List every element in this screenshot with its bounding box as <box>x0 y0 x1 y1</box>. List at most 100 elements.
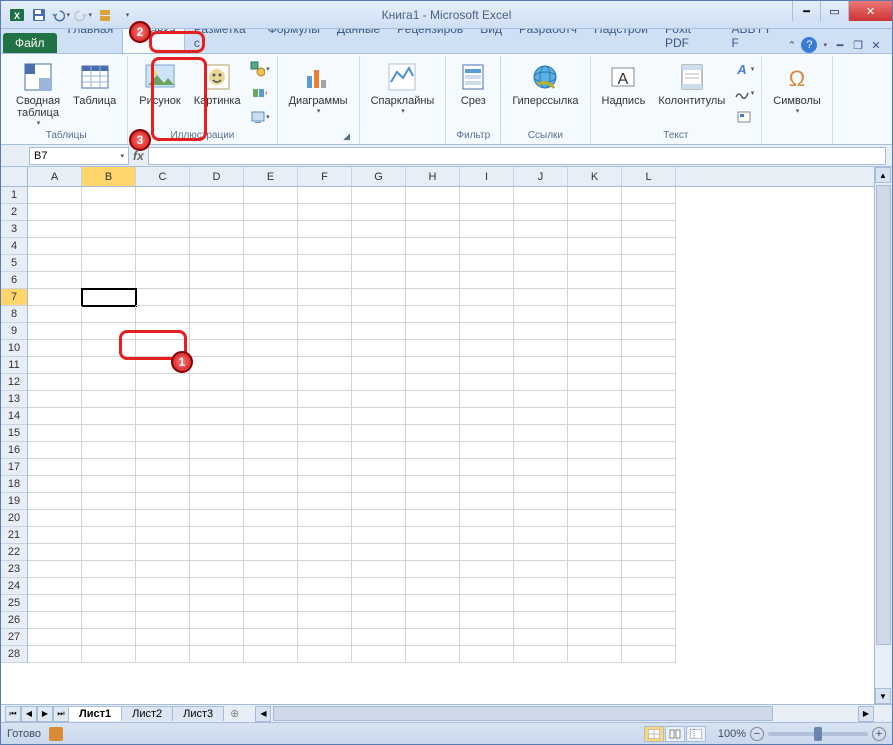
cell-H9[interactable] <box>406 323 460 340</box>
row-header-8[interactable]: 8 <box>1 306 27 323</box>
cell-K28[interactable] <box>568 646 622 663</box>
cell-H17[interactable] <box>406 459 460 476</box>
cell-G19[interactable] <box>352 493 406 510</box>
cell-E8[interactable] <box>244 306 298 323</box>
cell-F8[interactable] <box>298 306 352 323</box>
cell-E7[interactable] <box>244 289 298 306</box>
cell-E3[interactable] <box>244 221 298 238</box>
col-header-A[interactable]: A <box>28 167 82 186</box>
cell-C15[interactable] <box>136 425 190 442</box>
cell-B24[interactable] <box>82 578 136 595</box>
cell-J27[interactable] <box>514 629 568 646</box>
cell-A16[interactable] <box>28 442 82 459</box>
cell-B28[interactable] <box>82 646 136 663</box>
clipart-button[interactable]: Картинка <box>189 58 246 108</box>
minimize-ribbon-icon[interactable]: ⌃ <box>787 39 796 52</box>
cell-A17[interactable] <box>28 459 82 476</box>
maximize-button[interactable]: ▭ <box>820 1 848 21</box>
cell-E16[interactable] <box>244 442 298 459</box>
cell-E17[interactable] <box>244 459 298 476</box>
cell-B25[interactable] <box>82 595 136 612</box>
cell-I9[interactable] <box>460 323 514 340</box>
cell-I5[interactable] <box>460 255 514 272</box>
cell-I2[interactable] <box>460 204 514 221</box>
cell-G21[interactable] <box>352 527 406 544</box>
cell-C14[interactable] <box>136 408 190 425</box>
cell-J21[interactable] <box>514 527 568 544</box>
sheet-tab-0[interactable]: Лист1 <box>68 706 122 721</box>
cell-K24[interactable] <box>568 578 622 595</box>
row-header-20[interactable]: 20 <box>1 510 27 527</box>
col-header-B[interactable]: B <box>82 167 136 186</box>
select-all-corner[interactable] <box>1 167 28 187</box>
cell-G22[interactable] <box>352 544 406 561</box>
cell-B4[interactable] <box>82 238 136 255</box>
cell-C3[interactable] <box>136 221 190 238</box>
cell-K7[interactable] <box>568 289 622 306</box>
cell-F14[interactable] <box>298 408 352 425</box>
cell-G14[interactable] <box>352 408 406 425</box>
cell-K3[interactable] <box>568 221 622 238</box>
cell-E18[interactable] <box>244 476 298 493</box>
cell-I23[interactable] <box>460 561 514 578</box>
cell-L2[interactable] <box>622 204 676 221</box>
cell-H27[interactable] <box>406 629 460 646</box>
charts-button[interactable]: Диаграммы ▾ <box>284 58 353 116</box>
signature-icon[interactable]: ▾ <box>733 82 755 104</box>
cell-E6[interactable] <box>244 272 298 289</box>
zoom-in-icon[interactable]: + <box>872 727 886 741</box>
cell-E23[interactable] <box>244 561 298 578</box>
cell-B16[interactable] <box>82 442 136 459</box>
cell-G26[interactable] <box>352 612 406 629</box>
cell-J13[interactable] <box>514 391 568 408</box>
horizontal-scrollbar[interactable]: ◀ ▶ <box>255 706 874 722</box>
cell-E24[interactable] <box>244 578 298 595</box>
qat-customize-icon[interactable] <box>95 5 115 25</box>
row-header-6[interactable]: 6 <box>1 272 27 289</box>
cell-H12[interactable] <box>406 374 460 391</box>
excel-icon[interactable]: X <box>7 5 27 25</box>
pivot-table-button[interactable]: Сводная таблица ▾ <box>11 58 65 128</box>
col-header-E[interactable]: E <box>244 167 298 186</box>
cell-D28[interactable] <box>190 646 244 663</box>
cell-C25[interactable] <box>136 595 190 612</box>
cell-E10[interactable] <box>244 340 298 357</box>
cell-F12[interactable] <box>298 374 352 391</box>
cell-L15[interactable] <box>622 425 676 442</box>
workbook-restore-icon[interactable]: ❐ <box>850 37 866 53</box>
cell-D13[interactable] <box>190 391 244 408</box>
cell-F16[interactable] <box>298 442 352 459</box>
cell-G13[interactable] <box>352 391 406 408</box>
cell-F2[interactable] <box>298 204 352 221</box>
cell-I3[interactable] <box>460 221 514 238</box>
cell-K18[interactable] <box>568 476 622 493</box>
cell-I15[interactable] <box>460 425 514 442</box>
hyperlink-button[interactable]: Гиперссылка <box>507 58 583 108</box>
zoom-out-icon[interactable]: − <box>750 727 764 741</box>
cell-K14[interactable] <box>568 408 622 425</box>
help-icon[interactable]: ? <box>801 37 817 53</box>
cell-K2[interactable] <box>568 204 622 221</box>
cell-L6[interactable] <box>622 272 676 289</box>
cell-F15[interactable] <box>298 425 352 442</box>
shapes-icon[interactable]: ▾ <box>249 58 271 80</box>
cell-H15[interactable] <box>406 425 460 442</box>
cell-G9[interactable] <box>352 323 406 340</box>
cell-H6[interactable] <box>406 272 460 289</box>
wordart-icon[interactable]: A▾ <box>733 58 755 80</box>
cell-B8[interactable] <box>82 306 136 323</box>
col-header-C[interactable]: C <box>136 167 190 186</box>
cell-A9[interactable] <box>28 323 82 340</box>
cell-D10[interactable] <box>190 340 244 357</box>
cell-B2[interactable] <box>82 204 136 221</box>
cell-B6[interactable] <box>82 272 136 289</box>
cell-D27[interactable] <box>190 629 244 646</box>
cell-C5[interactable] <box>136 255 190 272</box>
cell-H26[interactable] <box>406 612 460 629</box>
cell-I14[interactable] <box>460 408 514 425</box>
cell-L17[interactable] <box>622 459 676 476</box>
cell-C18[interactable] <box>136 476 190 493</box>
cell-J3[interactable] <box>514 221 568 238</box>
cell-K8[interactable] <box>568 306 622 323</box>
row-header-4[interactable]: 4 <box>1 238 27 255</box>
